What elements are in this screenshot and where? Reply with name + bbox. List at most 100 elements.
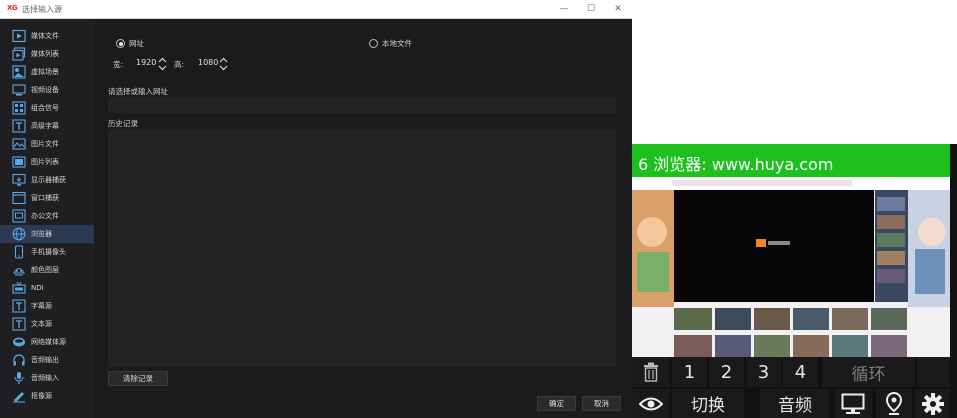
sidebar-item[interactable]: 视频设备 bbox=[0, 81, 94, 99]
width-label: 宽: bbox=[113, 60, 124, 69]
settings-button[interactable] bbox=[915, 389, 950, 418]
local-file-radio-label[interactable]: 本地文件 bbox=[382, 38, 412, 49]
text-source-icon bbox=[12, 317, 26, 331]
sidebar-item-label: 虚拟场景 bbox=[31, 68, 59, 76]
sidebar-item[interactable]: 办公文件 bbox=[0, 207, 94, 225]
sidebar-item[interactable]: 抠像源 bbox=[0, 387, 94, 405]
monitor-button[interactable] bbox=[834, 389, 872, 418]
channel-button[interactable]: 4 bbox=[783, 357, 818, 387]
local-file-radio[interactable] bbox=[369, 39, 378, 48]
sidebar-item-label: 颜色图层 bbox=[31, 266, 59, 274]
close-button[interactable]: ✕ bbox=[611, 3, 625, 16]
play-file-icon bbox=[12, 29, 26, 43]
sidebar-item-label: 组合信号 bbox=[31, 104, 59, 112]
height-label: 高: bbox=[174, 60, 185, 69]
sidebar-item-label: 办公文件 bbox=[31, 212, 59, 220]
headphones-icon bbox=[12, 353, 26, 367]
history-list[interactable] bbox=[108, 130, 616, 367]
sidebar-item-label: 窗口捕获 bbox=[31, 194, 59, 202]
sidebar-item[interactable]: 网络媒体源 bbox=[0, 333, 94, 351]
sidebar-item-label: 字幕源 bbox=[31, 302, 52, 310]
channel-button[interactable]: 3 bbox=[746, 357, 781, 387]
sidebar-item-label: 浏览器 bbox=[31, 230, 52, 238]
sidebar-item[interactable]: 虚拟场景 bbox=[0, 63, 94, 81]
switch-button[interactable]: 切换 bbox=[672, 389, 744, 418]
microphone-icon bbox=[12, 371, 26, 385]
sidebar-item-label: 媒体列表 bbox=[31, 50, 59, 58]
preview-header: 6 浏览器: www.huya.com bbox=[632, 144, 950, 177]
monitor-capture-icon bbox=[12, 173, 26, 187]
sidebar-item[interactable]: 音频输入 bbox=[0, 369, 94, 387]
sidebar-item-label: 音频输出 bbox=[31, 356, 59, 364]
maximize-button[interactable]: ☐ bbox=[584, 3, 598, 16]
sidebar-item[interactable]: 高级字幕 bbox=[0, 117, 94, 135]
cancel-button[interactable]: 取消 bbox=[582, 396, 621, 411]
url-radio[interactable] bbox=[116, 39, 125, 48]
ndi-icon bbox=[12, 281, 26, 295]
visibility-button[interactable] bbox=[632, 389, 670, 418]
delete-button[interactable] bbox=[632, 357, 670, 387]
phone-camera-icon bbox=[12, 245, 26, 259]
sidebar-item-label: NDI bbox=[31, 284, 44, 292]
url-radio-label[interactable]: 网址 bbox=[129, 38, 144, 49]
sidebar-item[interactable]: 媒体列表 bbox=[0, 45, 94, 63]
sidebar-item[interactable]: 图片列表 bbox=[0, 153, 94, 171]
sidebar-item-label: 显示器捕获 bbox=[31, 176, 66, 184]
clear-history-button[interactable]: 清除记录 bbox=[108, 371, 168, 386]
window-capture-icon bbox=[12, 191, 26, 205]
sidebar-item[interactable]: 文本源 bbox=[0, 315, 94, 333]
sidebar-item-label: 网络媒体源 bbox=[31, 338, 66, 346]
window-title: 选择输入源 bbox=[22, 5, 62, 14]
sidebar-item[interactable]: 字幕源 bbox=[0, 297, 94, 315]
sidebar-item[interactable]: NDI bbox=[0, 279, 94, 297]
location-button[interactable] bbox=[876, 389, 912, 418]
blank-control bbox=[917, 357, 950, 387]
sidebar-item[interactable]: 显示器捕获 bbox=[0, 171, 94, 189]
sidebar-item[interactable]: 音频输出 bbox=[0, 351, 94, 369]
url-input[interactable] bbox=[108, 98, 616, 113]
sidebar-item-label: 手机摄像头 bbox=[31, 248, 66, 256]
loop-button[interactable]: 循环 bbox=[822, 357, 915, 387]
sidebar-item[interactable]: 窗口捕获 bbox=[0, 189, 94, 207]
webpage-thumbnail-image bbox=[632, 177, 950, 357]
sidebar-item[interactable]: 颜色图层 bbox=[0, 261, 94, 279]
app-logo: XG bbox=[7, 4, 18, 12]
sidebar-item-label: 视频设备 bbox=[31, 86, 59, 94]
sidebar-item-label: 图片文件 bbox=[31, 140, 59, 148]
channel-button[interactable]: 1 bbox=[672, 357, 707, 387]
sidebar-item-label: 抠像源 bbox=[31, 392, 52, 400]
image-list-icon bbox=[12, 155, 26, 169]
location-pin-icon bbox=[886, 391, 902, 416]
sidebar-item[interactable]: 手机摄像头 bbox=[0, 243, 94, 261]
media-list-icon bbox=[12, 47, 26, 61]
sidebar-item[interactable]: 图片文件 bbox=[0, 135, 94, 153]
combined-signal-icon bbox=[12, 101, 26, 115]
sidebar-item[interactable]: 媒体文件 bbox=[0, 27, 94, 45]
width-stepper-icon[interactable] bbox=[158, 56, 167, 71]
height-stepper-icon[interactable] bbox=[219, 56, 228, 71]
sidebar-item-label: 媒体文件 bbox=[31, 32, 59, 40]
title-bar: XG 选择输入源 — ☐ ✕ bbox=[0, 0, 632, 19]
browser-preview-thumbnail bbox=[632, 177, 950, 357]
sidebar-item-label: 文本源 bbox=[31, 320, 52, 328]
sidebar-item[interactable]: 组合信号 bbox=[0, 99, 94, 117]
trash-icon bbox=[643, 362, 659, 382]
caption-source-icon bbox=[12, 299, 26, 313]
sidebar-item[interactable]: 浏览器 bbox=[0, 225, 94, 243]
ok-button[interactable]: 确定 bbox=[537, 396, 576, 411]
channel-button[interactable]: 2 bbox=[709, 357, 744, 387]
width-value[interactable]: 1920 bbox=[136, 58, 156, 67]
keying-source-icon bbox=[12, 389, 26, 403]
audio-button[interactable]: 音频 bbox=[760, 389, 830, 418]
network-media-icon bbox=[12, 335, 26, 349]
minimize-button[interactable]: — bbox=[557, 3, 571, 16]
height-value[interactable]: 1080 bbox=[198, 58, 218, 67]
url-field-label: 请选择或输入网址 bbox=[108, 87, 168, 96]
sidebar-item-label: 音频输入 bbox=[31, 374, 59, 382]
source-preview-panel: 6 浏览器: www.huya.com 1 2 3 4 循环 切换 音频 bbox=[632, 144, 957, 418]
video-device-icon bbox=[12, 83, 26, 97]
source-type-sidebar: 媒体文件媒体列表虚拟场景视频设备组合信号高级字幕图片文件图片列表显示器捕获窗口捕… bbox=[0, 19, 94, 418]
browser-source-settings: 网址 本地文件 宽: 1920 高: 1080 请选择或输入网址 历史记录 清除… bbox=[94, 19, 632, 418]
select-input-source-dialog: XG 选择输入源 — ☐ ✕ 媒体文件媒体列表虚拟场景视频设备组合信号高级字幕图… bbox=[0, 0, 632, 418]
advanced-caption-icon bbox=[12, 119, 26, 133]
